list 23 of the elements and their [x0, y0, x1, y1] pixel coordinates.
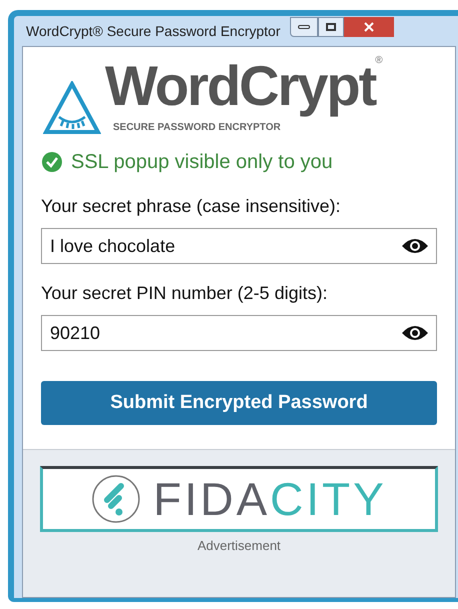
brand-name-part: CITY	[270, 476, 387, 522]
field-label: Your secret PIN number (2-5 digits):	[41, 282, 328, 305]
logo-wordmark: WordCrypt	[105, 53, 376, 119]
input-field[interactable]: 90210	[41, 315, 437, 351]
registered-mark: ®	[375, 54, 383, 66]
minimize-button[interactable]	[290, 17, 318, 37]
logo-tagline: SECURE PASSWORD ENCRYPTOR	[112, 121, 282, 135]
window-title: WordCrypt® Secure Password Encryptor	[26, 22, 280, 41]
brand-name-part: FIDA	[153, 476, 270, 522]
close-button[interactable]	[344, 17, 394, 37]
input-field[interactable]: I love chocolate	[41, 228, 437, 264]
brand-logo-icon	[91, 474, 142, 524]
maximize-button[interactable]	[318, 17, 344, 37]
eye-icon[interactable]	[401, 237, 429, 255]
eye-icon[interactable]	[401, 324, 429, 342]
advertisement-caption: Advertisement	[197, 537, 281, 555]
ssl-notice: SSL popup visible only to you	[71, 150, 333, 175]
eye-triangle-logo-icon	[43, 81, 101, 135]
field-label: Your secret phrase (case insensitive):	[41, 195, 342, 218]
submit-button[interactable]: Submit Encrypted Password	[41, 381, 437, 425]
check-circle-icon	[41, 151, 63, 173]
close-icon	[364, 22, 374, 32]
advertisement-banner[interactable]: FIDACITY	[40, 466, 438, 532]
